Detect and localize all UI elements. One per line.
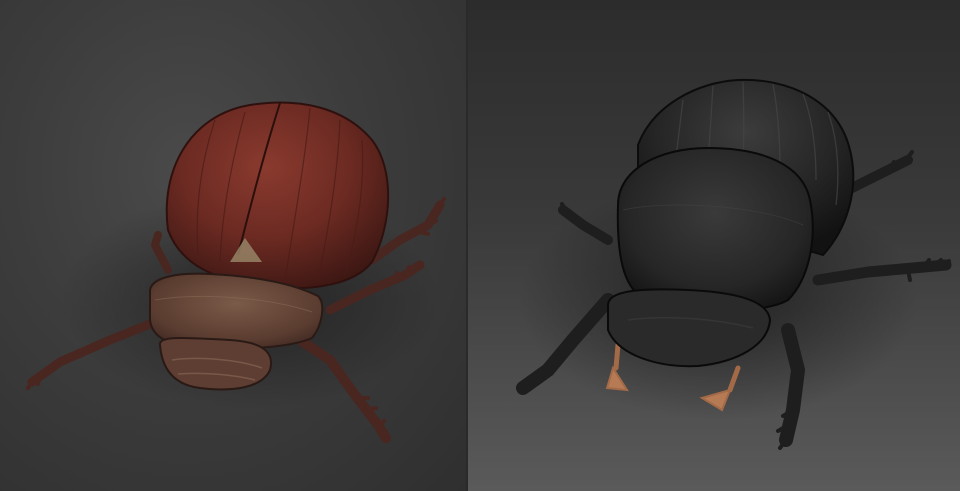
black-beetle-render [516, 78, 952, 450]
red-beetle-render [26, 101, 446, 443]
elytra [165, 101, 390, 290]
left-render-panel [0, 0, 466, 491]
render-comparison-view [0, 0, 960, 491]
pronotum [616, 146, 814, 313]
right-render-panel [468, 0, 960, 491]
